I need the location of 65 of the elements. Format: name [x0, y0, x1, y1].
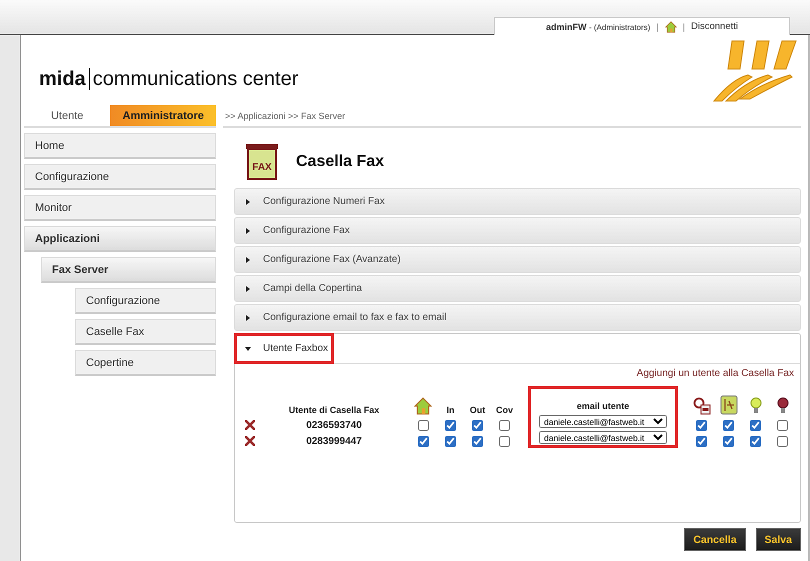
sidebar-item[interactable]: Configurazione	[24, 164, 216, 190]
separator-text: |	[682, 22, 686, 32]
checkbox[interactable]	[418, 420, 428, 430]
checkbox[interactable]	[750, 420, 761, 430]
home-icon	[414, 397, 432, 415]
section-header[interactable]: Configurazione Numeri Fax	[234, 188, 801, 215]
logo-text: communications center	[92, 68, 298, 90]
sidebar-item[interactable]: Fax Server	[41, 257, 216, 283]
lightbulb-icon	[750, 397, 762, 415]
column-header: Utente di Casella Fax	[288, 404, 380, 417]
logo-brand: mida	[39, 68, 86, 90]
action-button[interactable]: Cancella	[684, 528, 746, 551]
document-icon	[720, 395, 738, 415]
sidebar-item[interactable]: Copertine	[75, 350, 216, 376]
phone-number: 0283999447	[306, 434, 362, 448]
caret-icon	[245, 346, 251, 352]
checkbox[interactable]	[445, 436, 456, 446]
section-header[interactable]: Configurazione Fax	[234, 217, 801, 244]
sidebar-item[interactable]: Caselle Fax	[75, 319, 216, 345]
section-header[interactable]: Campi della Copertina	[234, 275, 801, 302]
sidebar-item[interactable]: Configurazione	[75, 288, 216, 314]
add-user-link[interactable]: Aggiungi un utente alla Casella Fax	[636, 368, 794, 379]
column-header: email utente	[576, 400, 630, 413]
page-title: Casella Fax	[296, 153, 384, 171]
checkbox[interactable]	[499, 420, 510, 430]
delete-icon[interactable]	[245, 436, 255, 446]
sidebar-item[interactable]: Home	[24, 133, 216, 159]
checkbox[interactable]	[750, 436, 761, 446]
checkbox[interactable]	[418, 436, 428, 446]
phone-number: 0236593740	[306, 418, 362, 432]
caret-icon	[245, 314, 251, 320]
email-select[interactable]: daniele.castelli@fastweb.it	[539, 430, 667, 444]
checkbox[interactable]	[696, 436, 707, 446]
mail-fax-icon	[692, 397, 710, 415]
section-header[interactable]: Configurazione email to fax e fax to email	[234, 304, 801, 331]
mode-tab[interactable]: Amministratore	[110, 105, 216, 126]
logout-link[interactable]: Disconnetti	[691, 21, 738, 32]
caret-icon	[245, 228, 251, 234]
column-header: Out	[470, 404, 486, 417]
column-header: In	[446, 404, 454, 417]
checkbox[interactable]	[696, 420, 707, 430]
checkbox[interactable]	[445, 420, 456, 430]
checkbox[interactable]	[472, 420, 483, 430]
checkbox[interactable]	[777, 420, 788, 430]
caret-icon	[245, 286, 251, 292]
user-name: adminFW - (Administrators)	[546, 22, 650, 32]
column-header: Cov	[496, 404, 513, 417]
separator-text: |	[656, 22, 659, 32]
caret-icon	[245, 198, 251, 204]
sidebar-item[interactable]: Monitor	[24, 195, 216, 221]
checkbox[interactable]	[499, 436, 510, 446]
action-button[interactable]: Salva	[756, 528, 801, 551]
checkbox[interactable]	[777, 436, 788, 446]
home-icon	[664, 20, 677, 32]
checkbox[interactable]	[723, 436, 734, 446]
checkbox[interactable]	[723, 420, 734, 430]
caret-icon	[245, 256, 251, 262]
section-header[interactable]: Utente Faxbox	[235, 334, 333, 363]
sidebar-item[interactable]: Applicazioni	[24, 226, 216, 252]
checkbox[interactable]	[472, 436, 483, 446]
email-select[interactable]: daniele.castelli@fastweb.it	[539, 414, 667, 428]
section-header[interactable]: Configurazione Fax (Avanzate)	[234, 246, 801, 273]
lightbulb-icon	[776, 397, 788, 415]
delete-icon[interactable]	[245, 420, 255, 430]
breadcrumb: >> Applicazioni >> Fax Server	[223, 105, 801, 128]
